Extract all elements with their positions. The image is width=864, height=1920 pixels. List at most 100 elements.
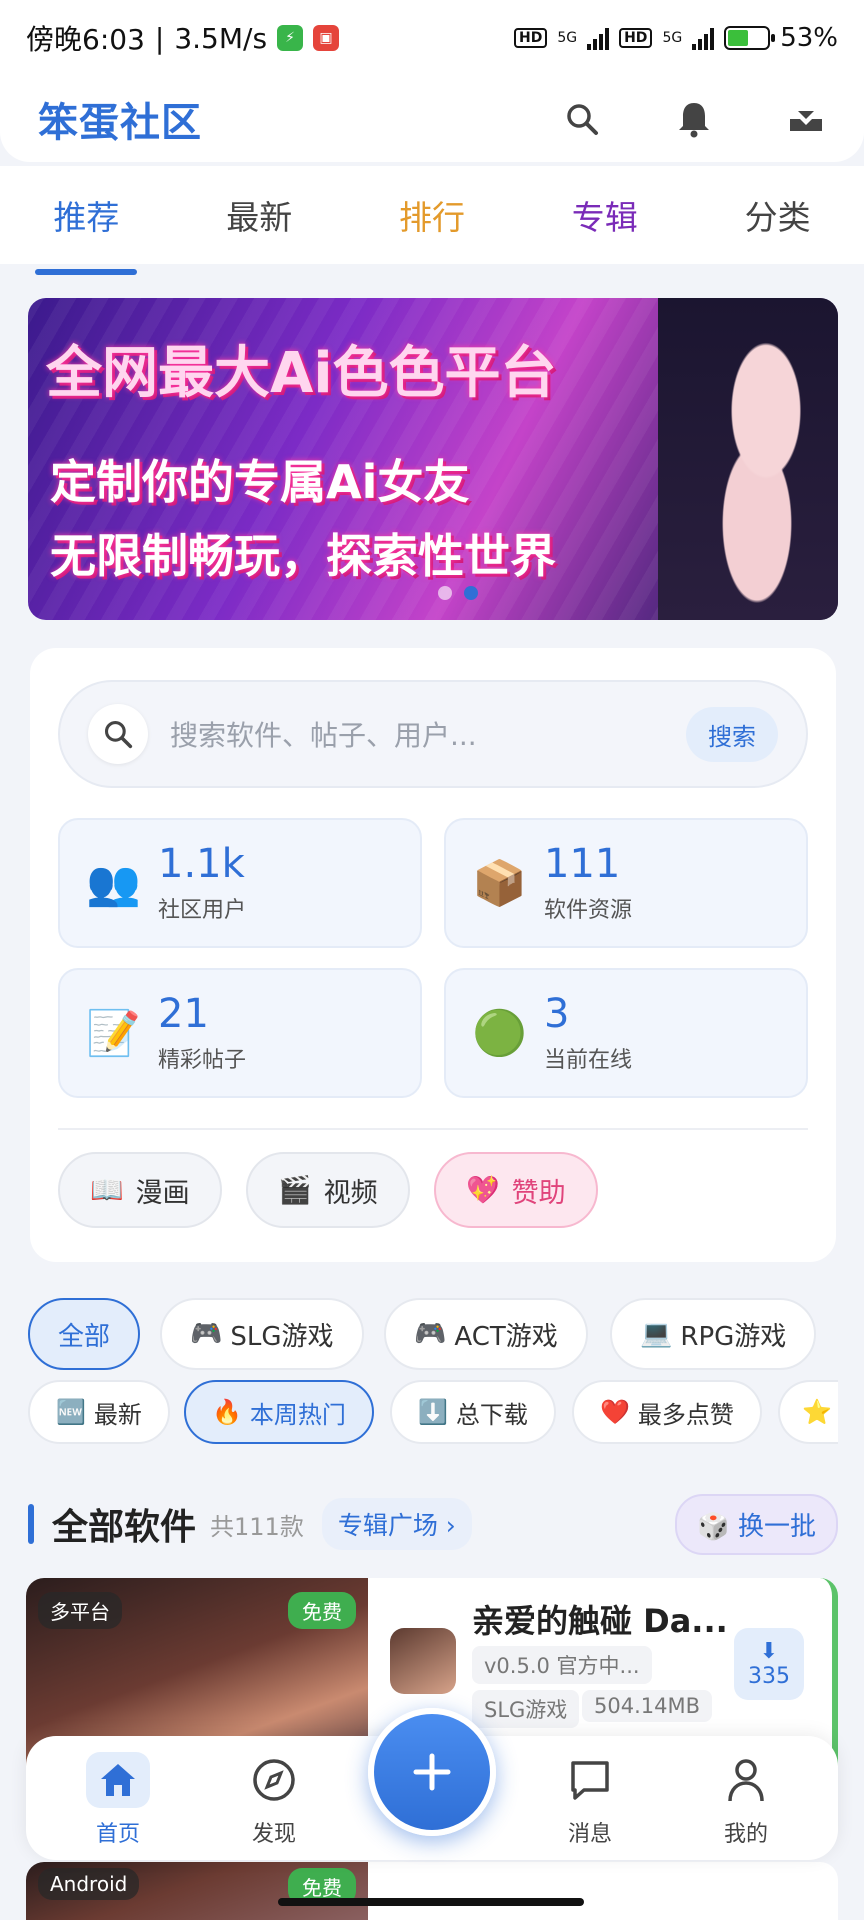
sort-label: 总下载 xyxy=(455,1400,528,1429)
filter-label: SLG游戏 xyxy=(230,1321,334,1352)
platform-badge: Android xyxy=(38,1868,140,1900)
status-bar: 傍晚6:03 | 3.5M/s ⚡ ▣ HD 5G HD 5G 53% xyxy=(0,0,864,76)
promo-banner[interactable]: 全网最大Ai色色平台 定制你的专属Ai女友 无限制畅玩，探索性世界 xyxy=(28,298,838,620)
memo-icon: 📝 xyxy=(86,1008,141,1059)
nav-label: 我的 xyxy=(723,1822,768,1847)
star-icon: ⭐ xyxy=(802,1398,832,1426)
software-name: 亲爱的触碰 Da... xyxy=(472,1602,728,1640)
plus-icon xyxy=(413,1753,451,1791)
heart-icon: ❤️ xyxy=(600,1398,630,1426)
stat-label: 社区用户 xyxy=(158,898,247,923)
online-dot-icon: 🟢 xyxy=(472,1008,527,1059)
charging-app-icon: ⚡ xyxy=(277,25,304,51)
sort-latest[interactable]: 🆕 最新 xyxy=(28,1380,170,1444)
filter-act[interactable]: 🎮 ACT游戏 xyxy=(384,1298,588,1370)
create-post-button[interactable] xyxy=(368,1708,496,1836)
sort-label: 最多点赞 xyxy=(637,1400,734,1429)
filter-label: ACT游戏 xyxy=(454,1321,558,1352)
filter-slg[interactable]: 🎮 SLG游戏 xyxy=(160,1298,364,1370)
video-link[interactable]: 🎬 视频 xyxy=(246,1152,410,1228)
tab-categories[interactable]: 分类 xyxy=(729,191,827,239)
stat-label: 软件资源 xyxy=(544,898,633,923)
profile-icon xyxy=(714,1752,778,1808)
sort-weekly-hot[interactable]: 🔥 本周热门 xyxy=(184,1380,374,1444)
software-card[interactable]: Android 免费 xyxy=(26,1862,838,1920)
album-plaza-link[interactable]: 专辑广场 › xyxy=(321,1498,472,1550)
search-bar[interactable]: 搜索软件、帖子、用户... 搜索 xyxy=(58,680,808,788)
divider xyxy=(58,1128,808,1130)
banner-dot-1[interactable] xyxy=(438,586,452,600)
filter-rpg[interactable]: 💻 RPG游戏 xyxy=(610,1298,817,1370)
stat-posts[interactable]: 📝 21 精彩帖子 xyxy=(58,968,422,1098)
download-tray-icon[interactable] xyxy=(786,99,826,139)
sort-most-liked[interactable]: ❤️ 最多点赞 xyxy=(572,1380,762,1444)
nav-label: 发现 xyxy=(251,1822,296,1847)
app-header: 笨蛋社区 xyxy=(0,76,864,162)
status-speed: 3.5M/s xyxy=(174,21,268,55)
stat-label: 当前在线 xyxy=(544,1048,633,1073)
tab-ranking[interactable]: 排行 xyxy=(383,191,481,239)
sponsor-link[interactable]: 💖 赞助 xyxy=(434,1152,598,1228)
stat-online[interactable]: 🟢 3 当前在线 xyxy=(444,968,808,1098)
stat-value: 1.1k xyxy=(158,841,245,887)
laptop-icon: 💻 xyxy=(640,1319,673,1349)
platform-badge: 多平台 xyxy=(38,1592,122,1629)
clapper-icon: 🎬 xyxy=(278,1175,312,1206)
status-time: 傍晚6:03 xyxy=(26,23,145,56)
software-genre: SLG游戏 xyxy=(472,1690,580,1728)
stat-value: 111 xyxy=(544,841,621,887)
hd-icon: HD xyxy=(513,28,548,48)
search-icon xyxy=(88,704,148,764)
sort-label: 本周热门 xyxy=(249,1400,346,1429)
banner-dot-2[interactable] xyxy=(464,586,478,600)
bell-icon[interactable] xyxy=(674,99,714,139)
sort-downloads[interactable]: ⬇️ 总下载 xyxy=(390,1380,556,1444)
banner-pagination xyxy=(438,586,478,600)
shuffle-button[interactable]: 🎲 换一批 xyxy=(675,1493,838,1555)
comic-link[interactable]: 📖 漫画 xyxy=(58,1152,222,1228)
filter-all[interactable]: 全部 xyxy=(28,1298,141,1370)
notification-app-icon: ▣ xyxy=(313,25,340,51)
stat-software[interactable]: 📦 111 软件资源 xyxy=(444,818,808,948)
nav-home[interactable]: 首页 xyxy=(68,1752,168,1848)
search-input[interactable]: 搜索软件、帖子、用户... xyxy=(170,714,686,754)
sparkling-heart-icon: 💖 xyxy=(466,1175,500,1206)
banner-headline: 全网最大Ai色色平台 xyxy=(46,341,557,406)
nav-profile[interactable]: 我的 xyxy=(696,1752,796,1848)
tab-albums[interactable]: 专辑 xyxy=(556,191,654,239)
filter-label: 全部 xyxy=(58,1321,111,1352)
battery-fill xyxy=(728,30,749,46)
nav-label: 消息 xyxy=(567,1822,612,1847)
network-label-2: 5G xyxy=(662,30,683,46)
search-icon[interactable] xyxy=(562,99,602,139)
stat-value: 3 xyxy=(544,991,570,1037)
overview-card: 搜索软件、帖子、用户... 搜索 👥 1.1k 社区用户 📦 111 软件资源 📝 … xyxy=(30,648,836,1262)
nav-discover[interactable]: 发现 xyxy=(224,1752,324,1848)
sort-top-rated[interactable]: ⭐ xyxy=(778,1380,838,1444)
home-indicator[interactable] xyxy=(278,1898,584,1906)
tab-recommend[interactable]: 推荐 xyxy=(35,191,138,275)
download-arrow-icon: ⬇️ xyxy=(418,1398,448,1426)
battery-icon xyxy=(724,26,776,50)
tab-latest[interactable]: 最新 xyxy=(210,191,308,239)
battery-percent: 53% xyxy=(780,23,838,53)
users-icon: 👥 xyxy=(86,858,141,909)
download-count-button[interactable]: ⬇ 335 xyxy=(734,1628,804,1700)
compass-icon xyxy=(242,1752,306,1808)
gamepad-icon: 🎮 xyxy=(414,1319,447,1349)
book-icon: 📖 xyxy=(90,1175,124,1206)
price-badge: 免费 xyxy=(288,1592,356,1629)
new-icon: 🆕 xyxy=(56,1398,86,1426)
banner-line-2: 定制你的专属Ai女友 xyxy=(50,455,470,509)
software-section-header: 全部软件 共111款 专辑广场 › 🎲 换一批 xyxy=(28,1493,838,1555)
app-title: 笨蛋社区 xyxy=(38,100,202,146)
banner-line-3: 无限制畅玩，探索性世界 xyxy=(50,529,556,583)
stat-users[interactable]: 👥 1.1k 社区用户 xyxy=(58,818,422,948)
nav-messages[interactable]: 消息 xyxy=(540,1752,640,1848)
chip-label: 视频 xyxy=(323,1177,378,1209)
gamepad-icon: 🎮 xyxy=(190,1319,223,1349)
search-button[interactable]: 搜索 xyxy=(686,706,778,762)
nav-label: 首页 xyxy=(95,1822,140,1847)
hd-icon-2: HD xyxy=(619,28,653,48)
software-app-icon xyxy=(390,1628,456,1694)
